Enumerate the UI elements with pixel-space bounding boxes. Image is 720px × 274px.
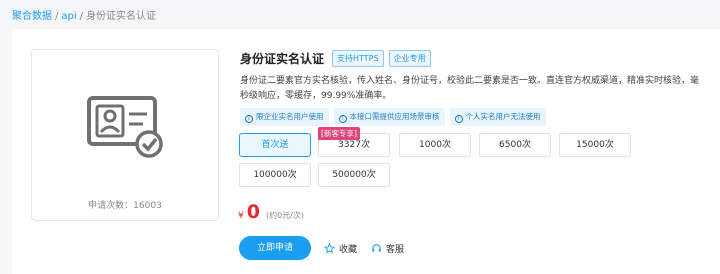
breadcrumb-home[interactable]: 聚合数据 (12, 11, 52, 22)
package-option[interactable]: 1000次 (399, 133, 471, 157)
info-icon: i (454, 115, 463, 123)
package-option[interactable]: 6500次 (479, 133, 551, 157)
info-icon: i (245, 115, 253, 123)
tag-enterprise: 企业专用 (388, 50, 431, 67)
note-enterprise-only: i 限企业实名用户使用 (240, 108, 329, 126)
service-label: 客服 (386, 245, 405, 255)
package-option[interactable]: 首次送 (239, 133, 311, 157)
price-unit: (约0元/次) (265, 211, 304, 220)
info-icon: i (338, 115, 347, 123)
note-scenario-review: i 本接口需提供应用场景审核 (333, 108, 445, 126)
price: ¥ 0 (约0元/次) (238, 201, 304, 223)
product-description: 身份证二要素官方实名核验，传入姓名、身份证号，校验此二要素是否一致。直连官方权威… (240, 76, 700, 101)
price-currency: ¥ (238, 211, 244, 221)
breadcrumb-current: 身份证实名认证 (86, 11, 157, 22)
product-card: 申请次数：16003 身份证实名认证 支持HTTPS 企业专用 身份证二要素官方… (12, 29, 720, 274)
notes-row: i 限企业实名用户使用 i 本接口需提供应用场景审核 i 个人实名用户无法使用 (240, 108, 551, 126)
headset-icon (372, 244, 381, 252)
new-customer-badge: [新客专享] (318, 127, 360, 140)
product-thumbnail: 申请次数：16003 (31, 49, 219, 221)
note-individual-unavailable: i 个人实名用户无法使用 (449, 108, 546, 126)
package-option[interactable]: 500000次 (318, 163, 390, 187)
badge-label: 新客专享 (323, 129, 354, 138)
breadcrumb-separator: / (79, 11, 84, 22)
favorite-label: 收藏 (339, 245, 358, 255)
breadcrumb: 聚合数据 / api / 身份证实名认证 (12, 7, 156, 22)
title-row: 身份证实名认证 支持HTTPS 企业专用 (240, 50, 436, 67)
note-label: 个人实名用户无法使用 (465, 112, 541, 121)
apply-button[interactable]: 立即申请 (239, 236, 311, 260)
product-title: 身份证实名认证 (240, 52, 325, 66)
note-label: 限企业实名用户使用 (256, 112, 324, 121)
breadcrumb-separator: / (55, 11, 59, 22)
package-option[interactable]: 100000次 (239, 163, 311, 187)
tag-https: 支持HTTPS (332, 50, 384, 67)
id-card-verified-icon (87, 96, 163, 158)
request-count: 申请次数：16003 (88, 201, 162, 211)
breadcrumb-api[interactable]: api (61, 11, 76, 22)
favorite-button[interactable]: 收藏 (324, 242, 357, 255)
note-label: 本接口需提供应用场景审核 (349, 112, 440, 121)
package-option[interactable]: 15000次 (559, 133, 631, 157)
price-amount: 0 (246, 201, 260, 223)
service-button[interactable]: 客服 (371, 242, 404, 255)
star-icon (324, 243, 335, 254)
